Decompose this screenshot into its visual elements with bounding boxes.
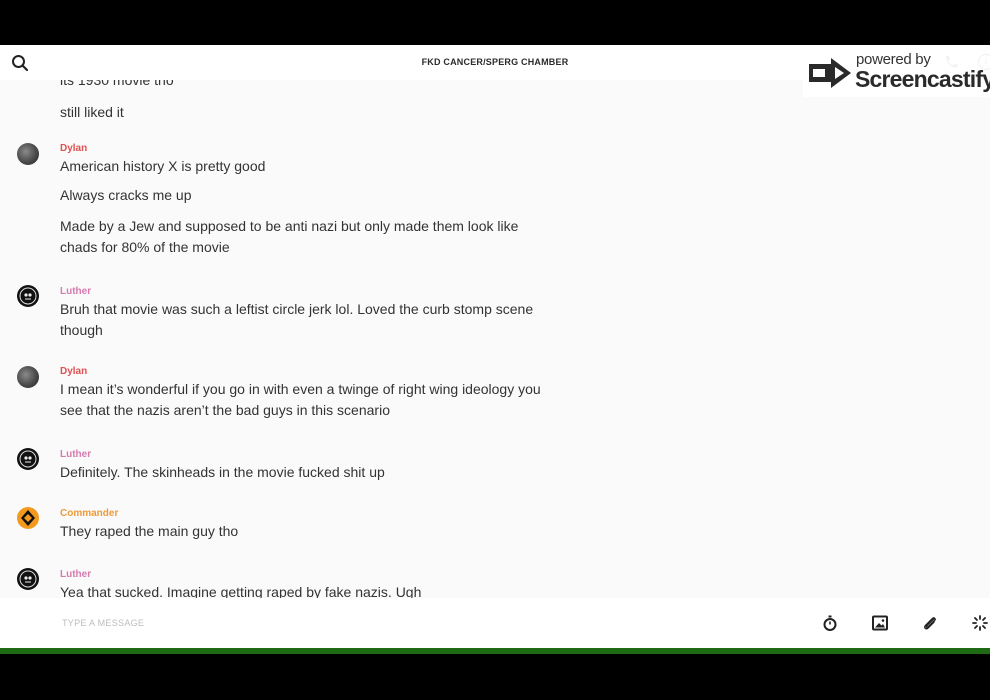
message-composer [0, 598, 990, 648]
message-text: its 1930 movie tho [60, 80, 174, 88]
message-text: Always cracks me up [60, 187, 192, 203]
message-text: though [60, 322, 103, 338]
spinner-icon [972, 615, 988, 631]
skull-icon [19, 287, 37, 305]
avatar[interactable] [17, 448, 39, 470]
avatar[interactable] [17, 143, 39, 165]
paperclip-icon [924, 617, 936, 630]
message-text: Yea that sucked. Imagine getting raped b… [60, 584, 422, 598]
message-text: see that the nazis aren’t the bad guys i… [60, 402, 390, 418]
author-name[interactable]: Luther [60, 449, 91, 460]
chat-app: FKD CANCER/SPERG CHAMBER i its 1930 movi… [0, 45, 990, 648]
avatar[interactable] [17, 285, 39, 307]
image-icon [872, 615, 888, 631]
screencastify-logo-icon [809, 58, 851, 88]
timer-button[interactable] [821, 614, 839, 632]
message-text: Bruh that movie was such a leftist circl… [60, 301, 534, 317]
author-name[interactable]: Luther [60, 569, 91, 580]
video-letterbox-bottom [0, 654, 990, 700]
author-name[interactable]: Luther [60, 286, 91, 297]
skull-icon [19, 450, 37, 468]
skull-icon [19, 570, 37, 588]
message-text: American history X is pretty good [60, 158, 266, 174]
video-letterbox-top [0, 0, 990, 45]
message-text: They raped the main guy tho [60, 523, 239, 539]
author-name[interactable]: Commander [60, 508, 118, 519]
message-text: I mean it’s wonderful if you go in with … [60, 381, 541, 397]
avatar[interactable] [17, 568, 39, 590]
avatar[interactable] [17, 366, 39, 388]
avatar[interactable] [17, 507, 39, 529]
stopwatch-icon [823, 615, 837, 631]
message-text: still liked it [60, 104, 124, 120]
attach-button[interactable] [921, 614, 939, 632]
message-list[interactable]: its 1930 movie tho still liked it Dylan … [0, 80, 990, 598]
message-text: Definitely. The skinheads in the movie f… [60, 464, 385, 480]
diamond-emblem-icon [21, 510, 35, 526]
screencastify-watermark: powered by Screencastify [803, 47, 990, 97]
author-name[interactable]: Dylan [60, 143, 87, 154]
message-input[interactable] [60, 612, 664, 634]
image-button[interactable] [871, 614, 889, 632]
author-name[interactable]: Dylan [60, 366, 87, 377]
message-text: chads for 80% of the movie [60, 239, 230, 255]
watermark-brand: Screencastify [855, 66, 990, 92]
more-button[interactable] [971, 614, 989, 632]
message-text: Made by a Jew and supposed to be anti na… [60, 218, 519, 234]
